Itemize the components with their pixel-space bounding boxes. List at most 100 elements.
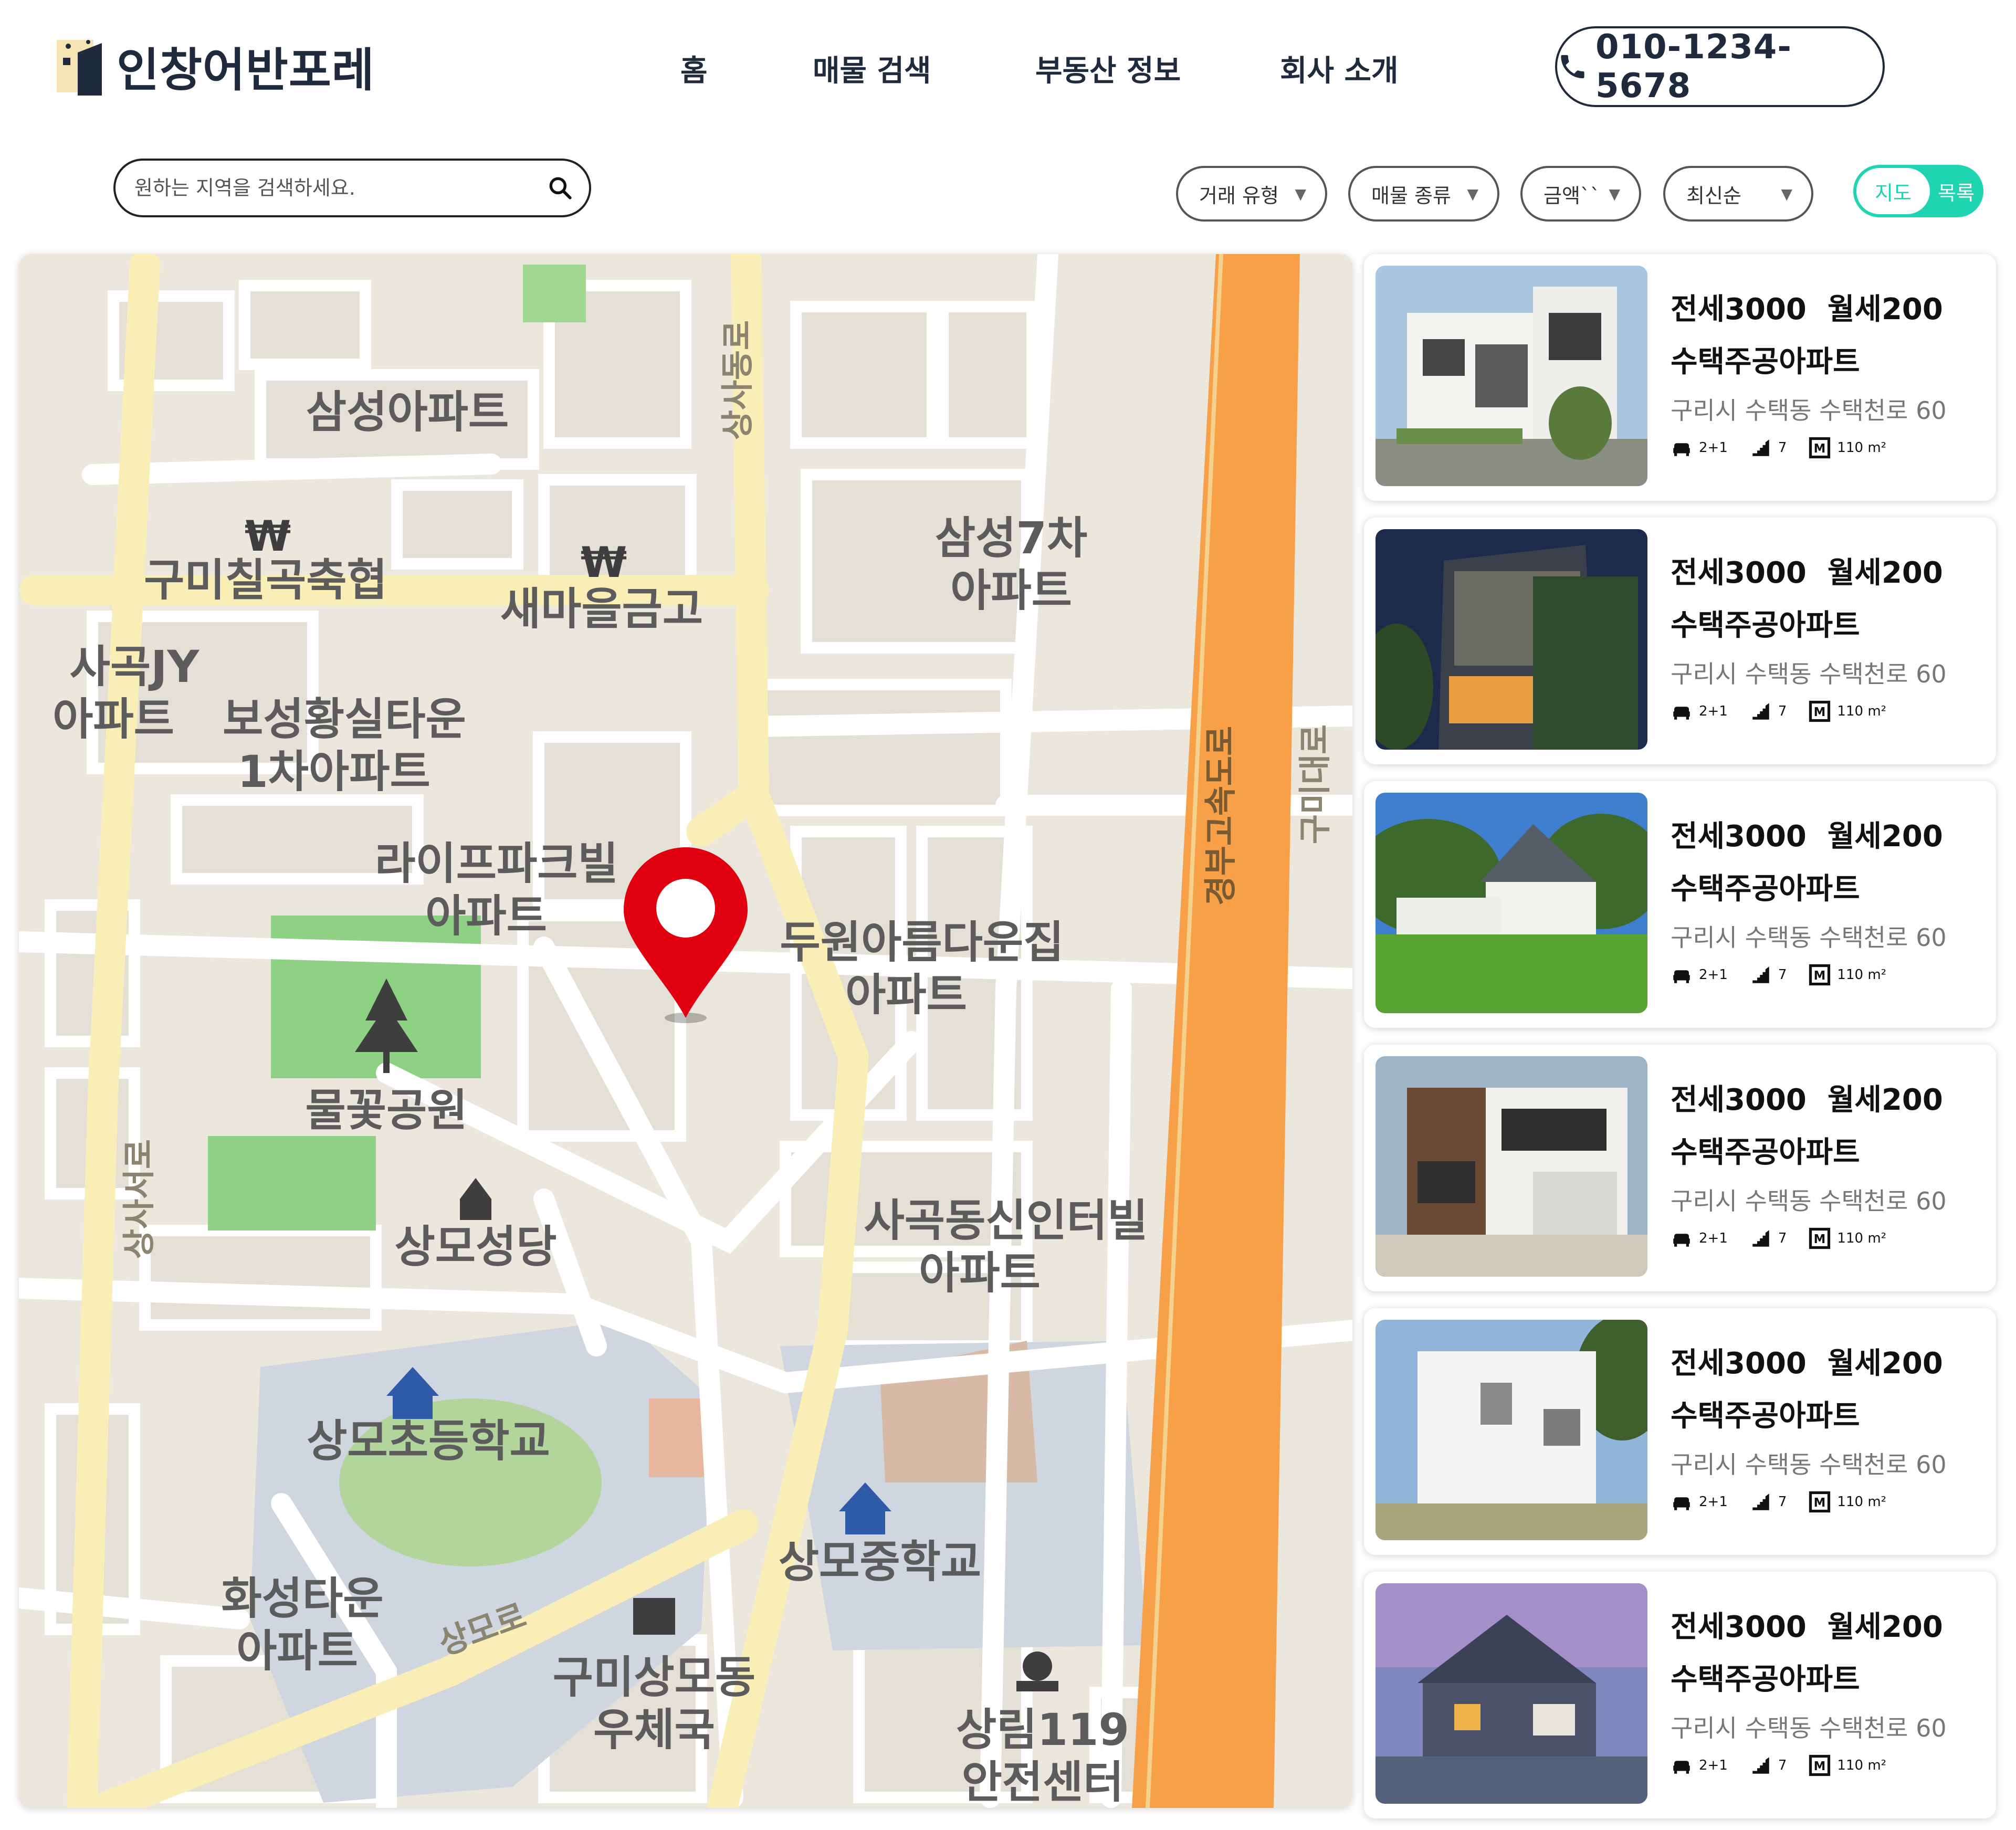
map-label-line: 사곡JY	[70, 641, 200, 692]
map-label: 새마을금고	[500, 583, 703, 635]
listing-card[interactable]: 전세3000 월세200 수택주공아파트 구리시 수택동 수택천로 60 2+1 …	[1364, 1045, 1996, 1291]
sofa-icon	[1673, 1761, 1690, 1774]
stairs-icon	[1752, 439, 1769, 456]
property-name[interactable]: 수택주공아파트	[1671, 1656, 1860, 1698]
area-value: 110 m²	[1837, 1494, 1887, 1510]
map-label: 물꽃공원	[305, 1085, 467, 1136]
sofa-icon	[1673, 443, 1690, 456]
bank-icon: ₩	[581, 538, 627, 587]
property-address: 구리시 수택동 수택천로 60	[1671, 1450, 1947, 1479]
property-photo[interactable]	[1376, 1056, 1647, 1277]
filter-property-type[interactable]: 매물 종류 ▼	[1348, 166, 1499, 222]
area-value: 110 m²	[1837, 703, 1887, 719]
map-label-line: 구미상모동	[553, 1652, 755, 1703]
rooms-spec: 2+1	[1671, 964, 1728, 986]
property-name[interactable]: 수택주공아파트	[1671, 1392, 1860, 1435]
property-photo[interactable]	[1376, 1583, 1647, 1804]
property-name[interactable]: 수택주공아파트	[1671, 338, 1860, 381]
map-label-line: 아파트	[845, 969, 967, 1021]
rooms-value: 2+1	[1699, 440, 1728, 456]
map-label-line: 사곡동신인터빌	[864, 1195, 1148, 1246]
view-toggle[interactable]: 지도 목록	[1853, 165, 1983, 217]
area-value: 110 m²	[1837, 1758, 1887, 1773]
stairs-icon	[1752, 1230, 1769, 1247]
svg-text:M: M	[1814, 1760, 1826, 1773]
road-label: 구미대로	[1296, 724, 1334, 844]
listing-card[interactable]: 전세3000 월세200 수택주공아파트 구리시 수택동 수택천로 60 2+1 …	[1364, 254, 1996, 501]
map-label: 상모성당	[394, 1221, 556, 1272]
area-value: 110 m²	[1837, 967, 1887, 983]
filter-deal-type[interactable]: 거래 유형 ▼	[1176, 166, 1327, 222]
monthly-rent: 월세200	[1827, 1083, 1943, 1117]
filter-label: 매물 종류	[1371, 184, 1451, 207]
nav-home[interactable]: 홈	[680, 47, 708, 89]
chevron-down-icon: ▼	[1609, 185, 1620, 203]
area-spec: M 110 m²	[1809, 964, 1886, 986]
rooms-spec: 2+1	[1671, 1491, 1728, 1513]
toggle-map-label[interactable]: 지도	[1856, 168, 1930, 214]
sofa-icon	[1673, 970, 1690, 983]
property-specs: 2+1 7 M 110 m²	[1671, 1491, 1908, 1513]
area-value: 110 m²	[1837, 1230, 1887, 1246]
floor-spec: 7	[1750, 1491, 1787, 1513]
tree-trunk-icon	[383, 1052, 390, 1073]
listing-card[interactable]: 전세3000 월세200 수택주공아파트 구리시 수택동 수택천로 60 2+1 …	[1364, 518, 1996, 764]
map-label-line: 화성타운	[221, 1573, 383, 1624]
map-label-line: 아파트	[52, 693, 174, 745]
price: 전세3000 월세200	[1671, 813, 1943, 855]
phone-button[interactable]: 010-1234-5678	[1555, 26, 1885, 107]
floor-spec: 7	[1750, 964, 1787, 986]
phone-number: 010-1234-5678	[1595, 28, 1792, 106]
nav-real-estate-info[interactable]: 부동산 정보	[1035, 47, 1181, 89]
svg-text:M: M	[1814, 1233, 1826, 1246]
map-label-line: 보성황실타운	[223, 693, 466, 745]
toggle-list-label[interactable]: 목록	[1932, 168, 1980, 214]
property-photo[interactable]	[1376, 529, 1647, 750]
map-label-line: 두원아름다운집	[780, 917, 1064, 968]
rooms-value: 2+1	[1699, 703, 1728, 719]
map-label-line: 삼성7차	[935, 512, 1087, 564]
area-spec: M 110 m²	[1809, 1227, 1886, 1249]
property-photo[interactable]	[1376, 793, 1647, 1013]
search-input[interactable]	[134, 176, 547, 199]
property-photo[interactable]	[1376, 266, 1647, 486]
property-name[interactable]: 수택주공아파트	[1671, 1129, 1860, 1171]
rooms-value: 2+1	[1699, 1494, 1728, 1510]
floor-spec: 7	[1750, 437, 1787, 459]
area-spec: M 110 m²	[1809, 1491, 1886, 1513]
deposit: 전세3000	[1671, 292, 1807, 327]
map-label-line: 안전센터	[961, 1757, 1124, 1808]
sofa-icon	[1673, 1497, 1690, 1510]
rooms-value: 2+1	[1699, 967, 1728, 983]
map-label-line: 아파트	[236, 1625, 358, 1677]
nav-about[interactable]: 회사 소개	[1280, 47, 1399, 89]
deposit: 전세3000	[1671, 819, 1807, 854]
floor-spec: 7	[1750, 1754, 1787, 1776]
map-canvas[interactable]: ₩ ₩ 삼성아파트 구미칠곡축협 새마을금고 삼성7차 아파트 사곡JY 아파트 보…	[19, 254, 1352, 1808]
price: 전세3000 월세200	[1671, 1340, 1943, 1382]
floor-value: 7	[1778, 1758, 1787, 1773]
area-spec: M 110 m²	[1809, 700, 1886, 722]
map-label-line: 아파트	[919, 1247, 1041, 1299]
search-bar	[113, 159, 591, 217]
rooms-spec: 2+1	[1671, 437, 1728, 459]
property-photo[interactable]	[1376, 1320, 1647, 1540]
listing-card[interactable]: 전세3000 월세200 수택주공아파트 구리시 수택동 수택천로 60 2+1 …	[1364, 1572, 1996, 1818]
nav-property-search[interactable]: 매물 검색	[813, 47, 931, 89]
map-view[interactable]: ₩ ₩ 삼성아파트 구미칠곡축협 새마을금고 삼성7차 아파트 사곡JY 아파트 보…	[19, 254, 1352, 1808]
property-address: 구리시 수택동 수택천로 60	[1671, 660, 1947, 688]
search-icon[interactable]	[547, 175, 573, 201]
filter-price[interactable]: 금액`` ▼	[1520, 166, 1641, 222]
listing-card[interactable]: 전세3000 월세200 수택주공아파트 구리시 수택동 수택천로 60 2+1 …	[1364, 1308, 1996, 1555]
chevron-down-icon: ▼	[1295, 185, 1306, 203]
sofa-icon	[1673, 707, 1690, 720]
listing-card[interactable]: 전세3000 월세200 수택주공아파트 구리시 수택동 수택천로 60 2+1 …	[1364, 781, 1996, 1028]
map-label-line: 우체국	[593, 1704, 715, 1755]
property-name[interactable]: 수택주공아파트	[1671, 602, 1860, 644]
property-specs: 2+1 7 M 110 m²	[1671, 964, 1908, 986]
price: 전세3000 월세200	[1671, 1076, 1943, 1119]
logo[interactable]: 인창어반포레	[57, 37, 375, 97]
map-label: 상모중학교	[779, 1536, 981, 1587]
filter-sort[interactable]: 최신순 ▼	[1663, 166, 1813, 222]
property-name[interactable]: 수택주공아파트	[1671, 865, 1860, 908]
